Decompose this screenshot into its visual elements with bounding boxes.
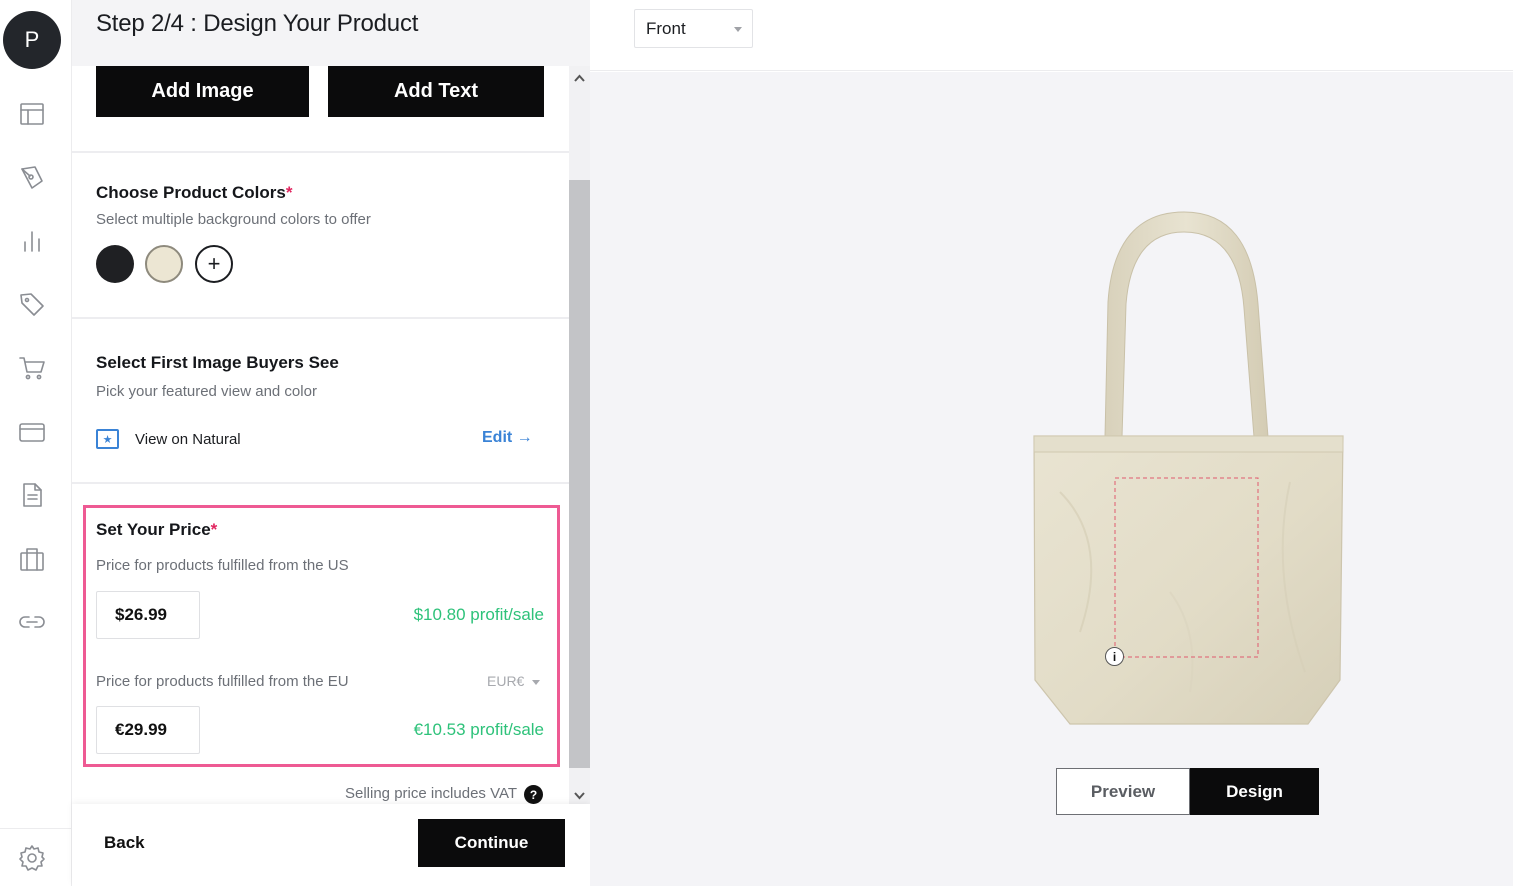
scrollbar-thumb[interactable]	[569, 180, 590, 768]
chevron-down-icon	[532, 679, 541, 685]
view-select-value: Front	[646, 18, 686, 38]
eu-price-label: Price for products fulfilled from the EU	[96, 673, 349, 690]
help-icon[interactable]: ?	[524, 785, 543, 804]
panel-footer: Back Continue	[72, 804, 590, 886]
us-price-input[interactable]: $26.99	[96, 591, 200, 639]
settings-icon[interactable]	[16, 842, 48, 874]
tag-icon[interactable]	[16, 288, 48, 320]
scroll-up-icon[interactable]	[574, 71, 585, 82]
featured-view-label: View on Natural	[135, 431, 241, 448]
shopping-cart-icon[interactable]	[16, 352, 48, 384]
preview-design-toggle: Preview Design	[1056, 768, 1319, 815]
panel-scrollbar[interactable]	[569, 66, 590, 804]
continue-button[interactable]: Continue	[418, 819, 565, 867]
product-canvas: i Preview Design	[590, 72, 1513, 886]
first-image-section-title: Select First Image Buyers See	[96, 353, 339, 372]
info-icon[interactable]: i	[1105, 647, 1124, 666]
price-title-text: Set Your Price	[96, 520, 211, 539]
eu-currency-select[interactable]: EUR€	[487, 673, 541, 689]
eu-profit-text: €10.53 profit/sale	[413, 720, 544, 739]
design-panel: Step 2/4 : Design Your Product Add Image…	[72, 0, 590, 886]
eu-currency-value: EUR€	[487, 673, 525, 689]
credit-card-icon[interactable]	[16, 416, 48, 448]
section-divider	[72, 317, 569, 319]
panel-scroll-area[interactable]: Add Image Add Text Choose Product Colors…	[72, 66, 569, 804]
add-text-button[interactable]: Add Text	[328, 66, 544, 117]
tote-bag-mockup	[1033, 211, 1344, 725]
bar-chart-icon[interactable]	[16, 225, 48, 257]
colors-section-title: Choose Product Colors*	[96, 183, 292, 203]
avatar[interactable]: P	[3, 11, 61, 69]
first-image-section-subtitle: Pick your featured view and color	[96, 383, 317, 400]
required-mark: *	[210, 520, 218, 539]
document-icon[interactable]	[16, 479, 48, 511]
layout-icon[interactable]	[16, 98, 48, 130]
featured-view-icon: ★	[96, 429, 119, 449]
canvas-toolbar: Front	[590, 0, 1513, 71]
rail-divider	[0, 828, 72, 829]
price-section-title: Set Your Price*	[96, 520, 217, 540]
edit-featured-view-link[interactable]: Edit →	[482, 429, 533, 447]
preview-button[interactable]: Preview	[1056, 768, 1190, 815]
eu-price-input[interactable]: €29.99	[96, 706, 200, 754]
page-title: Step 2/4 : Design Your Product	[96, 10, 419, 37]
us-price-label: Price for products fulfilled from the US	[96, 557, 349, 574]
chevron-down-icon	[734, 27, 742, 32]
color-swatch-black[interactable]	[96, 245, 134, 283]
panel-header: Step 2/4 : Design Your Product	[72, 0, 590, 66]
colors-title-text: Choose Product Colors	[96, 183, 286, 202]
back-button[interactable]: Back	[104, 833, 145, 853]
required-mark: *	[285, 183, 293, 202]
storefront-icon[interactable]	[16, 543, 48, 575]
add-image-button[interactable]: Add Image	[96, 66, 309, 117]
color-swatch-natural[interactable]	[145, 245, 183, 283]
view-select[interactable]: Front	[634, 9, 753, 48]
colors-section-subtitle: Select multiple background colors to off…	[96, 211, 371, 228]
us-profit-text: $10.80 profit/sale	[413, 605, 544, 624]
pen-tool-icon[interactable]	[16, 161, 48, 193]
vat-note: Selling price includes VAT	[345, 785, 518, 802]
design-button[interactable]: Design	[1190, 768, 1319, 815]
section-divider	[72, 482, 569, 484]
nav-rail: P	[0, 0, 72, 886]
link-icon[interactable]	[16, 606, 48, 638]
section-divider	[72, 151, 569, 153]
add-color-button[interactable]: +	[195, 245, 233, 283]
scroll-down-icon[interactable]	[574, 788, 585, 800]
